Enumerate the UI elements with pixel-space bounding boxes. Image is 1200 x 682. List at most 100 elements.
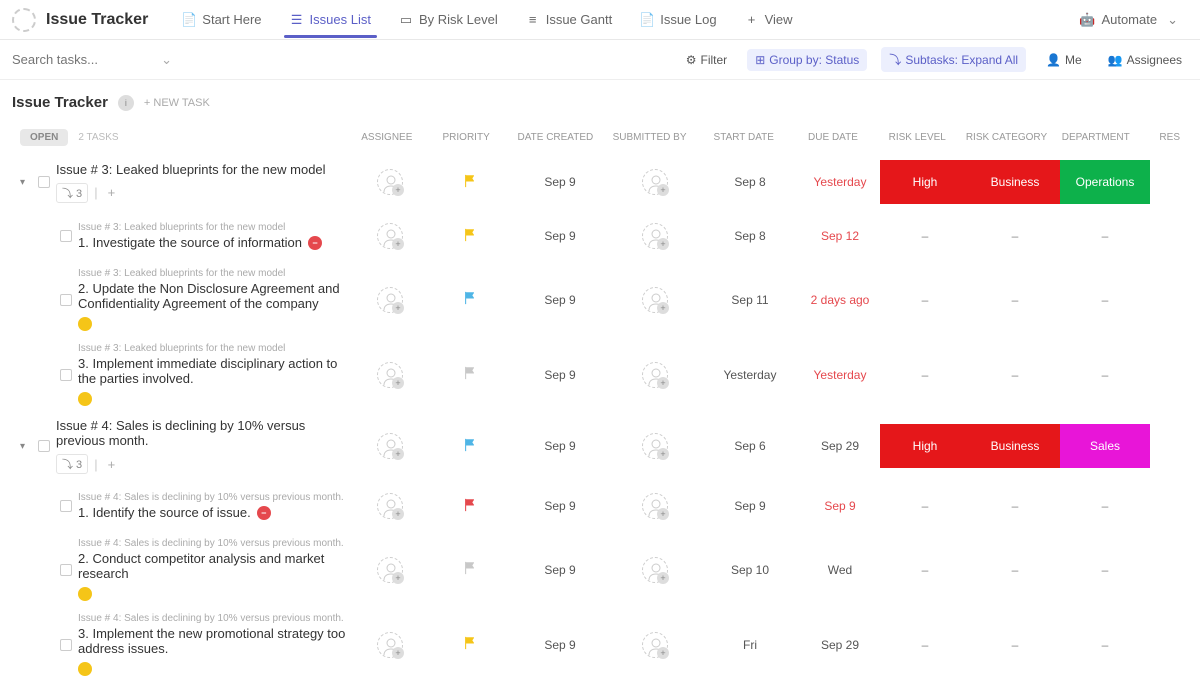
assignee-placeholder[interactable]: + bbox=[377, 169, 403, 195]
nav-start-here[interactable]: 📄 Start Here bbox=[168, 2, 275, 37]
subtask-count-badge[interactable]: ⤵ 3 bbox=[56, 454, 88, 474]
department-tag[interactable]: Sales bbox=[1060, 424, 1150, 468]
assignee-placeholder[interactable]: + bbox=[642, 557, 668, 583]
nav-by-risk-level[interactable]: ▭ By Risk Level bbox=[385, 2, 512, 37]
add-subtask-button[interactable]: + bbox=[104, 185, 120, 200]
col-risk-cat[interactable]: RISK CATEGORY bbox=[962, 132, 1051, 143]
assignee-placeholder[interactable]: + bbox=[642, 362, 668, 388]
priority-cell[interactable] bbox=[430, 366, 510, 383]
nav-issue-gantt[interactable]: ≡ Issue Gantt bbox=[512, 2, 626, 37]
risk-level-tag[interactable]: High bbox=[880, 160, 970, 204]
parent-crumb[interactable]: Issue # 4: Sales is declining by 10% ver… bbox=[78, 538, 350, 549]
task-checkbox[interactable] bbox=[38, 440, 50, 452]
col-assignee[interactable]: ASSIGNEE bbox=[347, 132, 426, 143]
assignee-placeholder[interactable]: + bbox=[377, 493, 403, 519]
task-checkbox[interactable] bbox=[38, 176, 50, 188]
nav-issue-log[interactable]: 📄 Issue Log bbox=[626, 2, 730, 37]
col-submitted[interactable]: SUBMITTED BY bbox=[605, 132, 694, 143]
priority-cell[interactable] bbox=[430, 291, 510, 308]
parent-crumb[interactable]: Issue # 4: Sales is declining by 10% ver… bbox=[78, 492, 350, 503]
me-button[interactable]: 👤 Me bbox=[1040, 49, 1088, 71]
task-row[interactable]: ▾ Issue # 3: Leaked blueprints for the n… bbox=[0, 154, 1200, 210]
task-checkbox[interactable] bbox=[60, 230, 72, 242]
subtask-row[interactable]: Issue # 4: Sales is declining by 10% ver… bbox=[0, 607, 1200, 682]
col-date-created[interactable]: DATE CREATED bbox=[506, 132, 605, 143]
due-date-cell: Sep 12 bbox=[800, 229, 880, 243]
parent-crumb[interactable]: Issue # 3: Leaked blueprints for the new… bbox=[78, 268, 350, 279]
subtask-count-badge[interactable]: ⤵ 3 bbox=[56, 183, 88, 203]
task-checkbox[interactable] bbox=[60, 369, 72, 381]
col-res[interactable]: RES bbox=[1140, 132, 1180, 143]
assignee-placeholder[interactable]: + bbox=[377, 223, 403, 249]
assignee-placeholder[interactable]: + bbox=[377, 632, 403, 658]
subtask-row[interactable]: Issue # 4: Sales is declining by 10% ver… bbox=[0, 532, 1200, 607]
nav-issues-list[interactable]: ☰ Issues List bbox=[276, 2, 385, 37]
subtask-row[interactable]: Issue # 3: Leaked blueprints for the new… bbox=[0, 210, 1200, 262]
subtask-name: 3. Implement immediate disciplinary acti… bbox=[78, 356, 350, 386]
status-open-badge[interactable]: OPEN bbox=[20, 129, 68, 146]
task-checkbox[interactable] bbox=[60, 639, 72, 651]
due-date-cell: Yesterday bbox=[800, 175, 880, 189]
task-checkbox[interactable] bbox=[60, 294, 72, 306]
assignees-button[interactable]: 👥 Assignees bbox=[1102, 49, 1188, 71]
expand-icon[interactable]: ▾ bbox=[20, 177, 32, 188]
priority-cell[interactable] bbox=[430, 498, 510, 515]
plus-icon: + bbox=[392, 572, 404, 584]
department-tag[interactable]: Operations bbox=[1060, 160, 1150, 204]
assignee-placeholder[interactable]: + bbox=[377, 557, 403, 583]
add-subtask-button[interactable]: + bbox=[104, 457, 120, 472]
subtask-row[interactable]: Issue # 3: Leaked blueprints for the new… bbox=[0, 262, 1200, 337]
parent-crumb[interactable]: Issue # 3: Leaked blueprints for the new… bbox=[78, 222, 350, 233]
automate-button[interactable]: 🤖 Automate ⌄ bbox=[1069, 6, 1188, 34]
parent-crumb[interactable]: Issue # 3: Leaked blueprints for the new… bbox=[78, 343, 350, 354]
subtasks-button[interactable]: ⤵ Subtasks: Expand All bbox=[881, 47, 1026, 72]
priority-cell[interactable] bbox=[430, 636, 510, 653]
filter-label: Filter bbox=[701, 53, 728, 67]
plus-icon: + bbox=[392, 448, 404, 460]
col-priority[interactable]: PRIORITY bbox=[426, 132, 505, 143]
subtask-name: 2. Conduct competitor analysis and marke… bbox=[78, 551, 350, 581]
assignee-placeholder[interactable]: + bbox=[642, 632, 668, 658]
top-nav: Issue Tracker 📄 Start Here ☰ Issues List… bbox=[0, 0, 1200, 40]
col-risk-level[interactable]: RISK LEVEL bbox=[873, 132, 962, 143]
assignee-placeholder[interactable]: + bbox=[642, 287, 668, 313]
assignee-placeholder[interactable]: + bbox=[377, 362, 403, 388]
priority-cell[interactable] bbox=[430, 561, 510, 578]
risk-category-tag[interactable]: Business bbox=[970, 160, 1060, 204]
parent-crumb[interactable]: Issue # 4: Sales is declining by 10% ver… bbox=[78, 613, 350, 624]
chevron-down-icon[interactable]: ⌄ bbox=[161, 52, 172, 68]
plus-icon: + bbox=[392, 377, 404, 389]
assignee-placeholder[interactable]: + bbox=[377, 433, 403, 459]
page-title: Issue Tracker bbox=[12, 94, 108, 111]
plus-icon: + bbox=[392, 184, 404, 196]
task-row[interactable]: ▾ Issue # 4: Sales is declining by 10% v… bbox=[0, 412, 1200, 480]
assignee-placeholder[interactable]: + bbox=[642, 493, 668, 519]
group-by-button[interactable]: ⊞ Group by: Status bbox=[747, 49, 867, 71]
task-name: Issue # 3: Leaked blueprints for the new… bbox=[56, 162, 326, 177]
expand-icon[interactable]: ▾ bbox=[20, 441, 32, 452]
plus-icon: + bbox=[657, 238, 669, 250]
priority-cell[interactable] bbox=[430, 174, 510, 191]
new-task-button[interactable]: + NEW TASK bbox=[144, 97, 210, 109]
task-checkbox[interactable] bbox=[60, 500, 72, 512]
filter-button[interactable]: ⚙ Filter bbox=[680, 49, 733, 71]
subtask-name: 1. Identify the source of issue. bbox=[78, 505, 251, 520]
priority-cell[interactable] bbox=[430, 228, 510, 245]
subtask-row[interactable]: Issue # 4: Sales is declining by 10% ver… bbox=[0, 480, 1200, 532]
list-icon: ☰ bbox=[290, 13, 304, 27]
col-start[interactable]: START DATE bbox=[694, 132, 793, 143]
task-checkbox[interactable] bbox=[60, 564, 72, 576]
col-due[interactable]: DUE DATE bbox=[793, 132, 872, 143]
priority-cell[interactable] bbox=[430, 438, 510, 455]
subtask-row[interactable]: Issue # 3: Leaked blueprints for the new… bbox=[0, 337, 1200, 412]
assignee-placeholder[interactable]: + bbox=[642, 169, 668, 195]
assignee-placeholder[interactable]: + bbox=[377, 287, 403, 313]
info-icon[interactable]: i bbox=[118, 95, 134, 111]
nav-add-view[interactable]: + View bbox=[731, 2, 807, 37]
risk-level-tag[interactable]: High bbox=[880, 424, 970, 468]
assignee-placeholder[interactable]: + bbox=[642, 223, 668, 249]
risk-category-tag[interactable]: Business bbox=[970, 424, 1060, 468]
search-input[interactable] bbox=[12, 52, 132, 67]
assignee-placeholder[interactable]: + bbox=[642, 433, 668, 459]
col-dept[interactable]: DEPARTMENT bbox=[1051, 132, 1140, 143]
